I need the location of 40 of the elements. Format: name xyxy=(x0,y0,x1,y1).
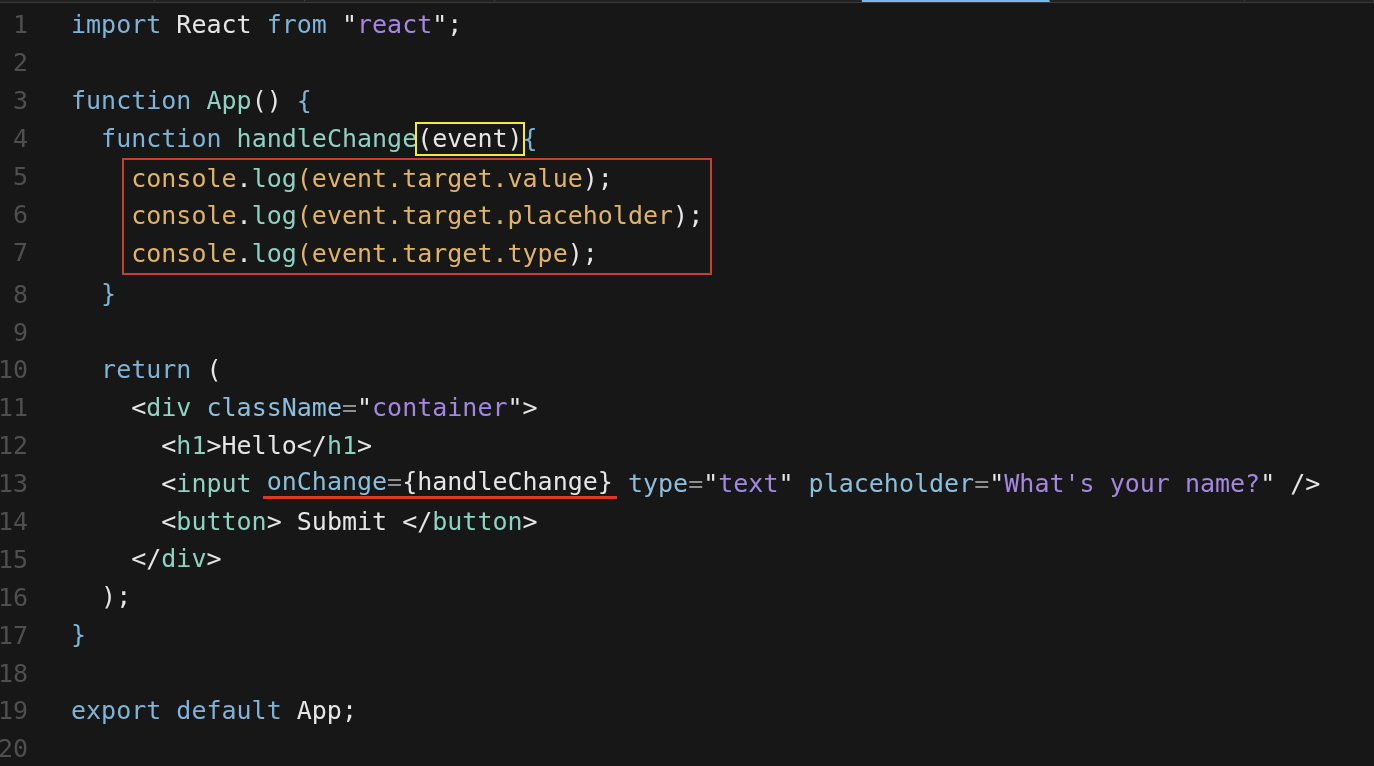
code-text: console.log(event.target.type); xyxy=(131,239,598,270)
code-text: function App() { xyxy=(71,85,312,116)
line-number: 13 xyxy=(0,471,28,497)
line-number: 18 xyxy=(0,660,28,686)
code-text: function handleChange xyxy=(100,123,418,154)
line-number: 14 xyxy=(0,509,28,534)
code-text: <button> Submit </button> xyxy=(160,506,538,537)
code-text: console.log(event.target.value); xyxy=(131,163,613,194)
line-number: 15 xyxy=(0,546,28,572)
code-text: export default App; xyxy=(71,695,357,726)
line-number: 8 xyxy=(12,281,28,307)
line-number: 9 xyxy=(12,319,28,345)
line-number: 7 xyxy=(12,239,28,265)
code-text: } xyxy=(71,620,87,651)
line-number: 3 xyxy=(12,88,28,114)
code-text: <h1>Hello</h1> xyxy=(160,430,373,461)
code-text: console.log(event.target.placeholder); xyxy=(131,201,704,232)
line-number: 2 xyxy=(12,50,28,76)
line-number: 5 xyxy=(12,164,28,189)
highlight-box: (event) xyxy=(415,121,525,156)
code-text: } xyxy=(100,279,117,310)
code-text: type="text" placeholder="What's your name?" /> xyxy=(626,468,1321,499)
code-text: </div> xyxy=(130,544,222,575)
line-number: 6 xyxy=(12,201,28,227)
code-text: return ( xyxy=(100,354,222,385)
line-number: 17 xyxy=(0,622,28,648)
code-text: <div className="container"> xyxy=(130,392,538,423)
line-number: 10 xyxy=(0,357,28,383)
underlined-code: onChange={handleChange} xyxy=(262,468,617,500)
code-text: <input xyxy=(160,468,253,499)
line-number: 16 xyxy=(0,584,28,610)
code-text: { xyxy=(522,123,538,154)
code-text: ); xyxy=(100,582,132,613)
line-number: 11 xyxy=(0,395,28,421)
line-number: 20 xyxy=(0,736,28,762)
line-number: 4 xyxy=(12,126,28,152)
code-text: import React from "react"; xyxy=(71,9,463,40)
line-number: 1 xyxy=(12,12,28,38)
line-number: 19 xyxy=(0,698,28,724)
line-number: 12 xyxy=(0,433,28,459)
